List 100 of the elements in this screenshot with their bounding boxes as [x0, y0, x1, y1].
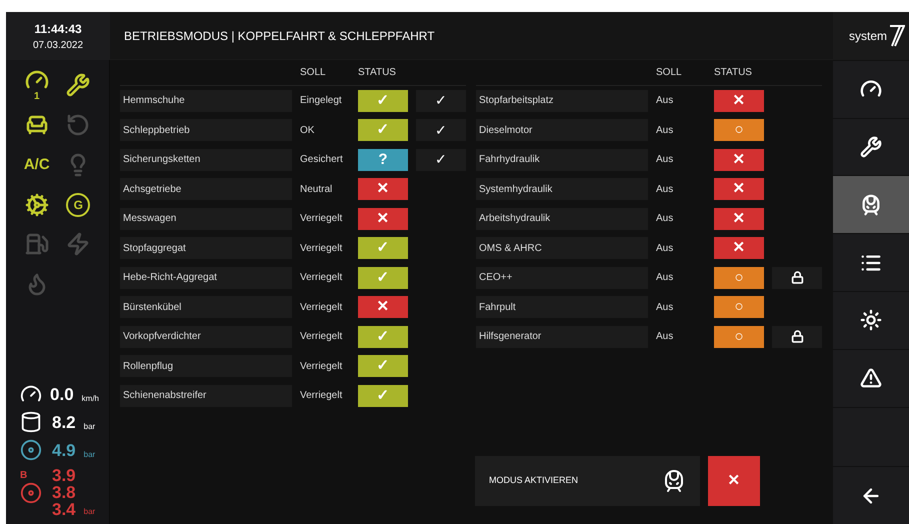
status-indicator: ✓ — [358, 119, 408, 142]
status-indicator: ✕ — [358, 208, 408, 230]
status-indicator: ○ — [714, 119, 764, 142]
reading-value: 3.8 — [52, 484, 76, 501]
row-label: Messwagen — [120, 208, 292, 230]
row-label: Stopfarbeitsplatz — [476, 90, 648, 112]
target-value: Verriegelt — [300, 360, 344, 374]
target-value: Aus — [656, 330, 674, 344]
row-label: Bürstenkübel — [120, 296, 292, 318]
target-value: Aus — [656, 212, 674, 226]
nav-tab[interactable] — [833, 60, 909, 118]
row-label: Fahrhydraulik — [476, 148, 648, 171]
row-label: Schleppbetrieb — [120, 119, 292, 142]
target-value: Verriegelt — [300, 300, 344, 315]
status-indicator: ✓ — [358, 384, 408, 407]
target-value: Aus — [656, 94, 674, 108]
status-indicator: ○ — [714, 266, 764, 289]
nav-tab[interactable] — [833, 118, 909, 176]
target-value: Verriegelt — [300, 330, 344, 344]
reading-value: 3.9 — [52, 467, 76, 484]
row-label: Hebe-Richt-Aggregat — [120, 266, 292, 289]
status-indicator: ✕ — [714, 178, 764, 200]
status-indicator: ✕ — [358, 296, 408, 318]
row-label: Stopfaggregat — [120, 237, 292, 260]
b-label: B — [20, 468, 28, 482]
ac-indicator: A/C — [24, 154, 50, 175]
row-label: Hilfsgenerator — [476, 326, 648, 348]
target-value: Verriegelt — [300, 271, 344, 286]
cancel-button[interactable]: ✕ — [708, 456, 760, 506]
row-label: Arbeitshydraulik — [476, 208, 648, 230]
target-value: Aus — [656, 271, 674, 286]
clock-date: 07.03.2022 — [32, 38, 84, 52]
reading-unit: km/h — [82, 393, 99, 405]
logo-icon — [889, 24, 905, 48]
lock-icon — [790, 271, 804, 284]
status-indicator: ○ — [714, 326, 764, 348]
target-value: Eingelegt — [300, 94, 343, 108]
reading-value: 8.2 — [52, 414, 76, 430]
target-value: Verriegelt — [300, 389, 344, 404]
status-indicator: ✕ — [714, 148, 764, 171]
lock-icon — [790, 330, 804, 344]
wrench-icon — [860, 136, 882, 158]
gauge-indicator: 1 — [24, 68, 49, 102]
status-indicator: ✕ — [358, 178, 408, 200]
target-value: Verriegelt — [300, 212, 344, 226]
reading-unit: bar — [84, 421, 96, 433]
target-value: Aus — [656, 153, 674, 168]
row-label: Schienenabstreifer — [120, 384, 292, 407]
row-label: Systemhydraulik — [476, 178, 648, 200]
status-indicator: ✓ — [358, 237, 408, 260]
nav-tab[interactable] — [833, 290, 909, 349]
tank-icon — [20, 411, 42, 433]
row-label: Fahrpult — [476, 296, 648, 318]
confirm-check: ✓ — [416, 90, 466, 112]
column-header: SOLL — [656, 66, 683, 80]
reading-value: 4.9 — [52, 442, 76, 458]
status-indicator: ✓ — [358, 326, 408, 348]
target-value: OK — [300, 124, 316, 138]
confirm-check: ✓ — [416, 119, 466, 142]
row-label: Sicherungsketten — [120, 148, 292, 171]
confirm-check: ✓ — [416, 148, 466, 171]
row-label: Dieselmotor — [476, 119, 648, 142]
nav-tab[interactable] — [833, 233, 909, 291]
sun-icon — [860, 309, 882, 332]
row-label: CEO++ — [476, 266, 648, 289]
status-indicator: ✓ — [358, 90, 408, 112]
brake-icon — [20, 482, 42, 504]
clock-time: 11:44:43 — [34, 20, 82, 38]
target-value: Verriegelt — [300, 242, 344, 256]
row-label: OMS & AHRC — [476, 237, 648, 260]
status-indicator: ✕ — [714, 208, 764, 230]
status-indicator: ○ — [714, 296, 764, 318]
target-value: Aus — [656, 182, 674, 197]
brake-icon — [20, 439, 42, 461]
target-value: Neutral — [300, 182, 334, 197]
status-indicator: ✓ — [358, 266, 408, 289]
nav-tab[interactable] — [833, 175, 909, 234]
reading-value: 0.0 — [50, 386, 74, 402]
logo-text: system — [848, 28, 887, 45]
nav-tab[interactable] — [833, 348, 909, 406]
train-icon — [860, 194, 882, 216]
column-header: STATUS — [714, 66, 753, 80]
page-title: BETRIEBSMODUS | KOPPELFAHRT & SCHLEPPFAHRT — [124, 28, 435, 44]
target-value: Aus — [656, 300, 674, 315]
activate-mode-button[interactable]: MODUS AKTIVIEREN — [475, 456, 700, 506]
train-icon — [662, 469, 686, 493]
status-indicator: ✕ — [714, 90, 764, 112]
column-header: STATUS — [358, 66, 397, 80]
status-indicator: ✓ — [358, 355, 408, 378]
target-value: Gesichert — [300, 153, 344, 168]
row-label: Hemmschuhe — [120, 90, 292, 112]
reading-unit: bar — [84, 449, 96, 461]
reading-unit: bar — [84, 506, 96, 518]
row-label: Rollenpflug — [120, 355, 292, 378]
row-label: Achsgetriebe — [120, 178, 292, 200]
status-indicator: ? — [358, 148, 408, 171]
row-label: Vorkopfverdichter — [120, 326, 292, 348]
warning-icon — [860, 367, 882, 390]
status-indicator: ✕ — [714, 237, 764, 260]
reading-value: 3.4 — [52, 501, 76, 518]
